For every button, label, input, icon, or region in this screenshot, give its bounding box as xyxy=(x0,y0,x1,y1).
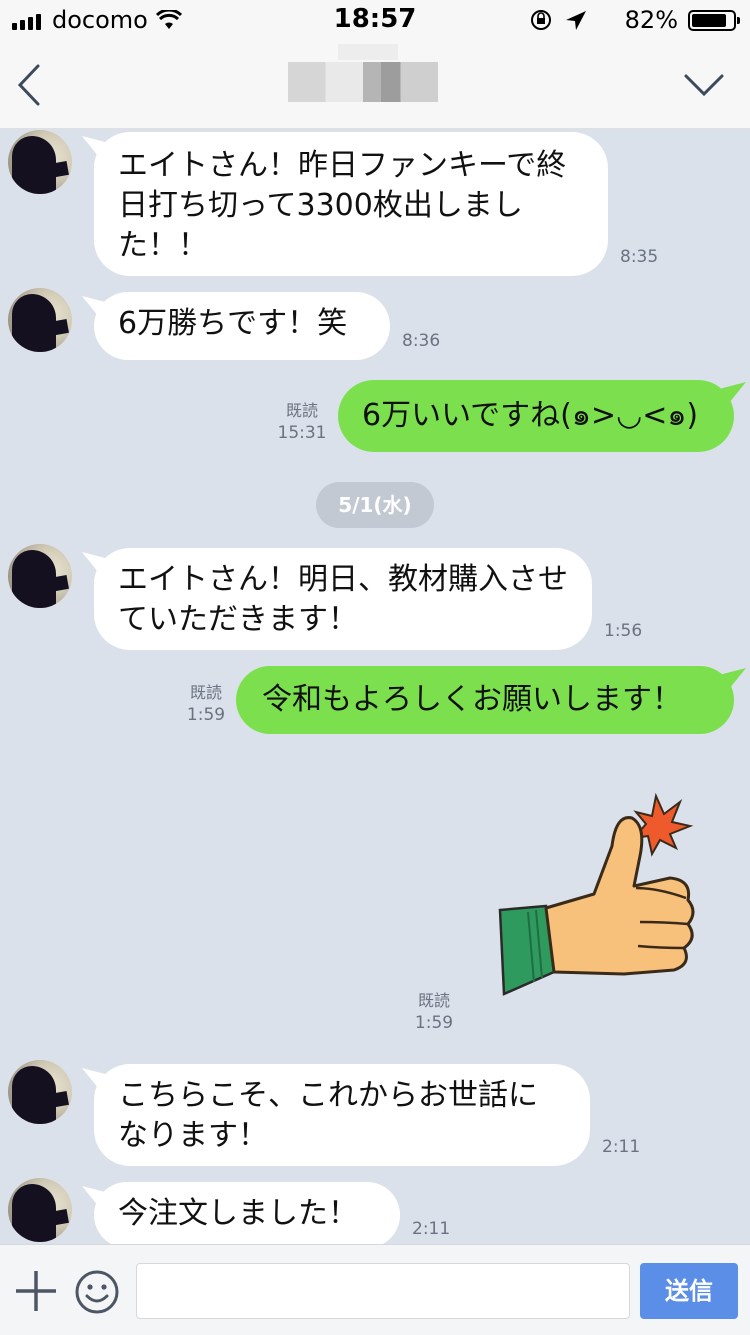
message-time: 1:59 xyxy=(186,705,226,725)
smile-icon[interactable] xyxy=(74,1269,120,1315)
read-receipt: 既読 1:59 xyxy=(408,990,460,1034)
incoming-message-bubble[interactable]: エイトさん！昨日ファンキーで終日打ち切って3300枚出しました！！ xyxy=(94,132,608,276)
incoming-message-bubble[interactable]: エイトさん！明日、教材購入させていただきます！ xyxy=(94,548,592,650)
thumbs-up-sticker[interactable] xyxy=(494,786,704,1000)
date-separator: 5/1(水) xyxy=(316,482,434,528)
incoming-message-bubble[interactable]: こちらこそ、これからお世話になります！ xyxy=(94,1064,590,1166)
message-time: 2:11 xyxy=(602,1137,641,1157)
read-label: 既読 xyxy=(285,401,318,420)
message-time: 8:35 xyxy=(620,247,659,267)
message-time: 1:56 xyxy=(604,621,643,641)
read-label: 既読 xyxy=(417,991,450,1010)
read-receipt: 既読 15:31 xyxy=(276,400,328,444)
chat-header xyxy=(0,40,750,129)
message-time: 15:31 xyxy=(277,423,327,443)
outgoing-message-bubble[interactable]: 令和もよろしくお願いします！ xyxy=(236,666,734,734)
avatar[interactable] xyxy=(8,1178,72,1242)
battery-percent: 82% xyxy=(624,6,678,34)
chat-title-pixelated xyxy=(288,44,438,102)
message-input[interactable] xyxy=(136,1263,630,1319)
plus-icon[interactable] xyxy=(14,1269,58,1313)
read-label: 既読 xyxy=(189,683,222,702)
outgoing-message-bubble[interactable]: 6万いいですね(๑>◡<๑) xyxy=(338,380,734,452)
message-composer: 送信 xyxy=(0,1244,750,1335)
back-button[interactable] xyxy=(12,62,52,108)
avatar[interactable] xyxy=(8,1060,72,1124)
message-time: 8:36 xyxy=(402,331,441,351)
avatar[interactable] xyxy=(8,544,72,608)
read-receipt: 既読 1:59 xyxy=(180,682,232,726)
battery-icon xyxy=(688,10,740,31)
message-time: 1:59 xyxy=(414,1013,454,1033)
incoming-message-bubble[interactable]: 今注文しました！ xyxy=(94,1182,400,1248)
message-time: 2:11 xyxy=(412,1219,451,1239)
avatar[interactable] xyxy=(8,130,72,194)
status-bar: docomo 18:57 82% xyxy=(0,0,750,40)
menu-toggle-button[interactable] xyxy=(682,68,726,102)
incoming-message-bubble[interactable]: 6万勝ちです！笑 xyxy=(94,292,390,360)
send-button[interactable]: 送信 xyxy=(640,1263,738,1319)
avatar[interactable] xyxy=(8,288,72,352)
orientation-lock-and-location-icons xyxy=(531,10,586,30)
